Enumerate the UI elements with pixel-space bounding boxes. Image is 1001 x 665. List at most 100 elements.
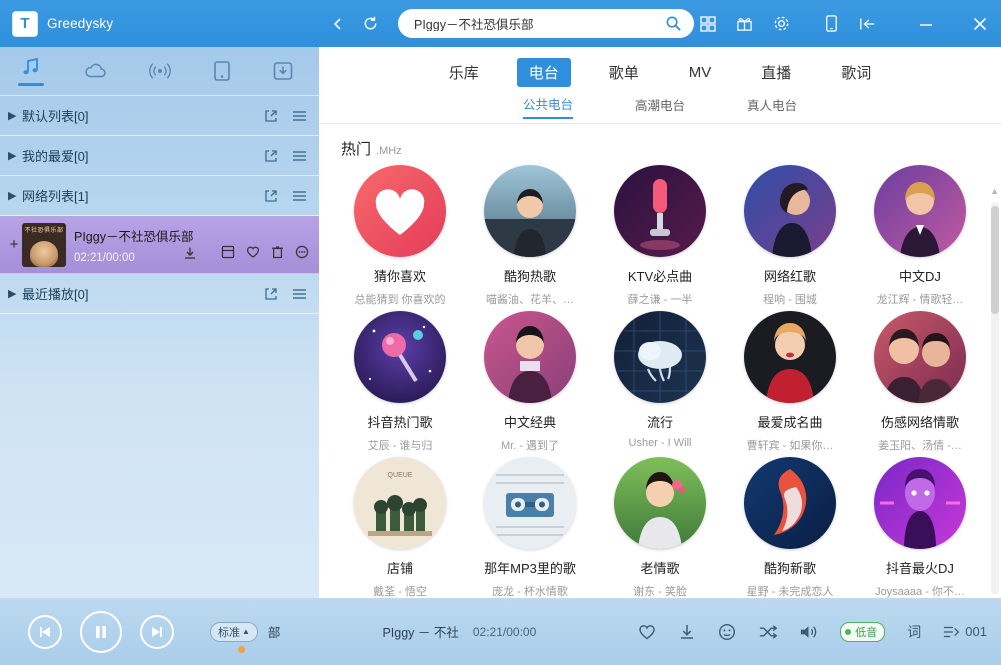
shuffle-icon[interactable] xyxy=(758,623,778,641)
tab-radio[interactable]: 电台 xyxy=(516,57,571,87)
sidebar-tab-music[interactable] xyxy=(18,56,44,86)
export-icon[interactable] xyxy=(264,149,278,163)
station-card[interactable]: 网络红歌 程响 - 围城 xyxy=(725,165,855,307)
menu-icon[interactable] xyxy=(292,109,307,123)
sidebar-tab-radio[interactable] xyxy=(148,60,172,82)
radar-icon[interactable] xyxy=(612,15,630,33)
track-title: PIggy－不社恐俱乐部 xyxy=(74,229,194,244)
sidebar-list-favorites[interactable]: ▶ 我的最爱[0] xyxy=(0,136,319,176)
station-name: 最爱成名曲 xyxy=(757,415,823,430)
progress-handle[interactable] xyxy=(238,646,245,653)
vertical-scrollbar[interactable] xyxy=(991,202,999,594)
next-button[interactable] xyxy=(140,614,174,649)
mobile-icon[interactable] xyxy=(824,15,839,32)
app-logo-letter: T xyxy=(20,15,30,32)
playlist-icon[interactable] xyxy=(221,245,235,259)
device-icon xyxy=(212,60,232,82)
download-icon[interactable] xyxy=(183,246,197,260)
track-row[interactable]: + 不社恐俱乐部 PIggy－不社恐俱乐部 02:21/00:00 xyxy=(0,216,319,274)
gear-icon[interactable] xyxy=(773,15,790,32)
station-artwork xyxy=(744,311,836,403)
station-artwork xyxy=(484,165,576,257)
back-arrow-icon[interactable] xyxy=(330,16,346,32)
trash-icon[interactable] xyxy=(271,245,284,259)
menu-icon[interactable] xyxy=(292,189,307,203)
station-name: 酷狗新歌 xyxy=(763,561,816,576)
sidebar-list-network[interactable]: ▶ 网络列表[1] xyxy=(0,176,319,216)
sidebar-list-label: 网络列表[1] xyxy=(22,189,89,204)
station-card[interactable]: 猜你喜欢 总能猜到 你喜欢的 xyxy=(335,165,465,307)
sidebar-tab-device[interactable] xyxy=(212,60,232,82)
subtab-climax-radio[interactable]: 高潮电台 xyxy=(635,95,685,118)
scroll-up-arrow[interactable]: ▲ xyxy=(990,186,999,196)
station-card[interactable]: 抖音最火DJ Joysaaaa - 你不… xyxy=(855,457,985,598)
add-icon[interactable]: + xyxy=(6,236,22,253)
station-card[interactable]: 酷狗热歌 喵酱油、花羊、… xyxy=(465,165,595,307)
station-card[interactable]: 老情歌 谢东 - 笑脸 xyxy=(595,457,725,598)
station-subtitle: 谢东 - 笑脸 xyxy=(633,586,687,598)
export-icon[interactable] xyxy=(264,287,278,301)
station-card[interactable]: 抖音热门歌 艾辰 - 谁与归 xyxy=(335,311,465,453)
sidebar-tab-cloud[interactable] xyxy=(84,60,108,82)
sidebar-tab-indicator xyxy=(18,83,44,86)
station-subtitle: 艾辰 - 谁与归 xyxy=(367,440,433,452)
minimize-icon[interactable] xyxy=(919,17,933,31)
emoji-icon[interactable] xyxy=(718,623,736,641)
station-card[interactable]: 流行 Usher - I Will xyxy=(595,311,725,453)
download-icon[interactable] xyxy=(678,623,696,641)
playlist-counter[interactable]: 001 xyxy=(943,624,987,640)
section-header: 热门 .MHz xyxy=(319,124,1001,165)
scrollbar-thumb[interactable] xyxy=(991,206,999,314)
refresh-icon[interactable] xyxy=(362,15,379,32)
sidebar-tab-download[interactable] xyxy=(272,60,294,82)
collapse-icon[interactable] xyxy=(859,16,877,32)
tab-mv[interactable]: MV xyxy=(677,60,724,85)
more-icon[interactable] xyxy=(295,245,309,259)
titlebar-right-icons xyxy=(596,0,1001,47)
station-name: 店铺 xyxy=(386,561,413,576)
station-name: KTV必点曲 xyxy=(627,269,693,284)
station-name: 酷狗热歌 xyxy=(503,269,556,284)
music-note-icon xyxy=(20,56,42,78)
tab-live[interactable]: 直播 xyxy=(749,58,803,87)
station-card[interactable]: 酷狗新歌 星野 - 未完成恋人 xyxy=(725,457,855,598)
station-card[interactable]: 中文DJ 龙江辉 - 情歌轻… xyxy=(855,165,985,307)
station-card[interactable]: KTV必点曲 薛之谦 - 一半 xyxy=(595,165,725,307)
previous-button[interactable] xyxy=(28,614,62,649)
subtab-public-radio[interactable]: 公共电台 xyxy=(522,94,573,119)
volume-icon[interactable] xyxy=(799,623,818,641)
main-tabs: 乐库 电台 歌单 MV 直播 歌词 xyxy=(319,47,1001,91)
play-mode-label[interactable]: 部 xyxy=(268,622,281,641)
tab-library[interactable]: 乐库 xyxy=(437,58,491,87)
station-artwork xyxy=(614,457,706,549)
grid-icon[interactable] xyxy=(700,15,716,32)
station-name: 网络红歌 xyxy=(763,269,816,284)
close-icon[interactable] xyxy=(973,17,987,31)
lyrics-toggle[interactable]: 词 xyxy=(907,622,921,642)
station-card[interactable]: 那年MP3里的歌 庞龙 - 杯水情歌 xyxy=(465,457,595,598)
export-icon[interactable] xyxy=(264,109,278,123)
station-name: 那年MP3里的歌 xyxy=(484,561,576,576)
station-subtitle: 喵酱油、花羊、… xyxy=(486,294,574,306)
heart-icon[interactable] xyxy=(638,623,656,641)
station-artwork: QUEUE xyxy=(354,457,446,549)
export-icon[interactable] xyxy=(264,189,278,203)
play-pause-button[interactable] xyxy=(80,610,122,653)
tab-playlist[interactable]: 歌单 xyxy=(597,58,651,87)
station-card[interactable]: 伤感网络情歌 姜玉阳、汤倩 -… xyxy=(855,311,985,453)
subtab-live-radio[interactable]: 真人电台 xyxy=(747,95,797,118)
station-card[interactable]: 最爱成名曲 曹轩宾 - 如果你… xyxy=(725,311,855,453)
station-card[interactable]: QUEUE 店铺 戴荃 - 悟空 xyxy=(335,457,465,598)
gift-icon[interactable] xyxy=(736,15,753,32)
sidebar-list-default[interactable]: ▶ 默认列表[0] xyxy=(0,96,319,136)
menu-icon[interactable] xyxy=(292,287,307,301)
menu-icon[interactable] xyxy=(292,149,307,163)
main-panel: 乐库 电台 歌单 MV 直播 歌词 公共电台 高潮电台 真人电台 热门 .MHz xyxy=(319,47,1001,598)
low-quality-badge[interactable]: 低音 xyxy=(840,621,886,642)
station-card[interactable]: 中文经典 Mr. - 遇到了 xyxy=(465,311,595,453)
sidebar-list-recent[interactable]: ▶ 最近播放[0] xyxy=(0,274,319,314)
heart-icon[interactable] xyxy=(246,245,260,259)
quality-selector[interactable]: 标准 ▲ xyxy=(210,621,258,642)
station-name: 中文DJ xyxy=(899,269,941,284)
tab-lyrics[interactable]: 歌词 xyxy=(829,58,883,87)
